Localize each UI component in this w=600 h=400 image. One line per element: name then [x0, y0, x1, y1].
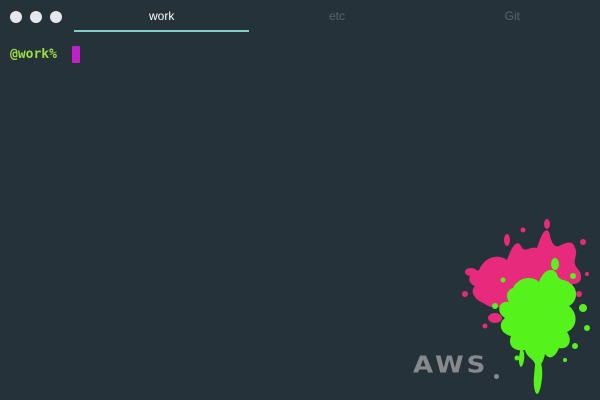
title-bar[interactable]: work etc Git [0, 0, 600, 34]
text-cursor [71, 45, 80, 63]
shell-prompt: @work% [10, 46, 65, 62]
tab-bar: work etc Git [74, 0, 600, 34]
tab-etc[interactable]: etc [249, 0, 424, 34]
tab-git[interactable]: Git [425, 0, 600, 34]
minimize-window-button[interactable] [30, 11, 42, 23]
maximize-window-button[interactable] [50, 11, 62, 23]
aws-watermark: AWS [413, 352, 489, 379]
prompt-line: @work% [10, 44, 80, 64]
terminal-window: work etc Git @work% AWS [0, 0, 600, 400]
close-window-button[interactable] [10, 11, 22, 23]
watermark-dot [494, 374, 499, 379]
tab-work[interactable]: work [74, 0, 250, 34]
